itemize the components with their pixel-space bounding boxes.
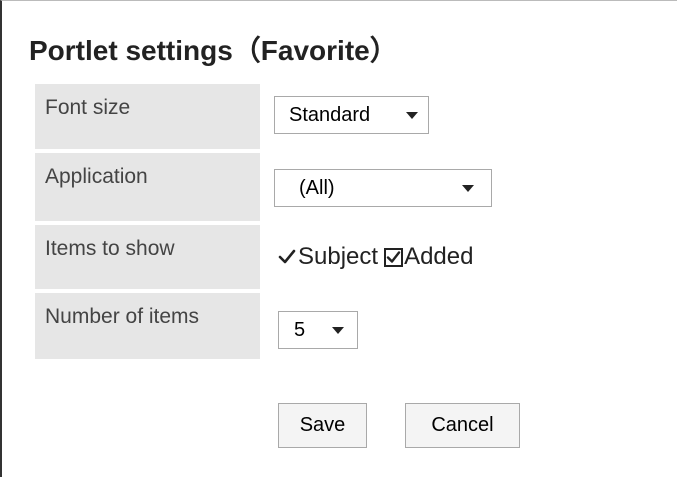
page-title: Portlet settings（Favorite） [29,35,398,66]
check-icon[interactable] [278,248,296,266]
font-size-select-value: Standard [289,103,371,126]
chevron-down-icon [332,327,344,334]
added-option-label: Added [404,243,474,270]
number-of-items-label: Number of items [35,293,260,359]
number-of-items-select-value: 5 [294,318,306,341]
font-size-label: Font size [35,84,260,149]
checkbox-checked-icon[interactable] [384,247,404,267]
cancel-button[interactable]: Cancel [405,403,520,448]
subject-option-label: Subject [298,243,379,270]
portlet-settings-panel: Portlet settings（Favorite） Font size Sta… [0,0,677,477]
application-select-value: (All) [299,176,335,199]
items-to-show-options: Subject Added [278,240,473,274]
chevron-down-icon [462,185,474,192]
font-size-select[interactable]: Standard [274,96,429,134]
chevron-down-icon [406,112,418,119]
items-to-show-label: Items to show [35,225,260,289]
application-select[interactable]: (All) [274,169,492,207]
application-label: Application [35,153,260,221]
number-of-items-select[interactable]: 5 [278,311,358,349]
save-button[interactable]: Save [278,403,367,448]
